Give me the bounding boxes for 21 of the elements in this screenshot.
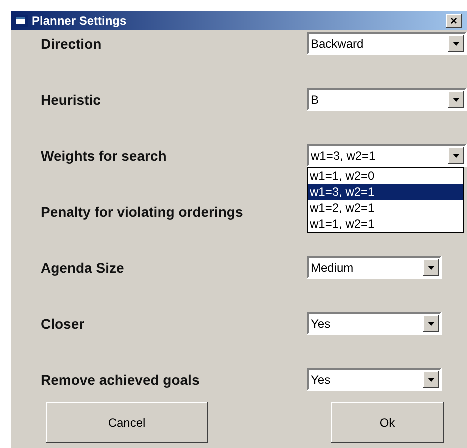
dropdown-field[interactable]: Yes: [307, 368, 442, 391]
setting-label: Heuristic: [41, 92, 102, 108]
setting-label: Remove achieved goals: [41, 372, 201, 388]
dropdown-field[interactable]: B: [307, 88, 467, 111]
setting-label: Direction: [41, 36, 103, 52]
dropdown-field[interactable]: Medium: [307, 256, 442, 279]
setting-label: Penalty for violating orderings: [41, 204, 244, 220]
setting-label: Agenda Size: [41, 260, 126, 276]
dropdown-field[interactable]: Yes: [307, 312, 442, 335]
cancel-button[interactable]: Cancel: [46, 402, 208, 443]
dropdown-option[interactable]: w1=2, w2=1: [308, 200, 463, 216]
setting-label: Weights for search: [41, 148, 168, 164]
dropdown-option[interactable]: w1=3, w2=1: [308, 184, 463, 200]
setting-label: Closer: [41, 316, 86, 332]
dropdown-option[interactable]: w1=1, w2=0: [308, 168, 463, 184]
dropdown-option[interactable]: w1=1, w2=1: [308, 216, 463, 232]
close-button[interactable]: ×: [446, 14, 462, 28]
window-title: Planner Settings: [32, 14, 128, 28]
ok-button[interactable]: Ok: [331, 402, 444, 443]
dropdown-field[interactable]: Backward: [307, 32, 467, 55]
window-icon: [14, 14, 28, 26]
